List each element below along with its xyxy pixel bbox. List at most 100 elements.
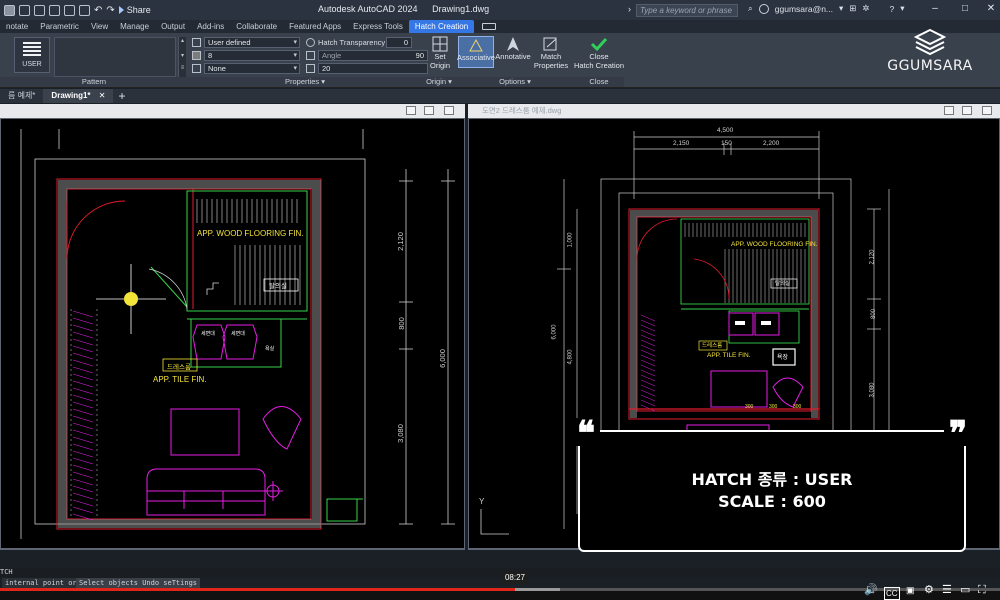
- search-arrow-icon[interactable]: ›: [628, 4, 631, 14]
- ribbon-tab-manage[interactable]: Manage: [114, 20, 155, 33]
- video-progress-bar[interactable]: [0, 588, 1000, 591]
- right-vp-restore-icon[interactable]: [962, 106, 972, 115]
- file-tabs: 름 예제* Drawing1* ✕ +: [0, 89, 1000, 103]
- hatch-creation-ribbon: USER ▴ ▾ ≡ Pattern User defined 8 None H…: [0, 33, 1000, 88]
- user-name[interactable]: ggumsara@n...: [775, 4, 833, 14]
- left-vp-close-icon[interactable]: [444, 106, 454, 115]
- set-origin-button[interactable]: Set Origin: [426, 36, 454, 70]
- transparency-icon: [306, 38, 315, 47]
- minimize-button[interactable]: ‒: [930, 4, 940, 14]
- set-origin-icon: [432, 36, 448, 52]
- logo-text: GGUMSARA: [887, 58, 973, 74]
- hd-icon[interactable]: ▣: [906, 585, 915, 596]
- r-dim-1000: 1,000: [567, 232, 574, 248]
- label-small: 욕실: [265, 346, 275, 352]
- angle-input[interactable]: Angle 90: [318, 50, 428, 61]
- right-vp-minimize-icon[interactable]: [944, 106, 954, 115]
- app-menu-icon[interactable]: [4, 4, 15, 16]
- dim-3080: 3,080: [395, 424, 405, 443]
- ribbon-tab-collaborate[interactable]: Collaborate: [230, 20, 283, 33]
- r-dim-6000: 6,000: [551, 324, 558, 340]
- r-label-room-tag: 탈의실: [775, 281, 791, 287]
- close-window-button[interactable]: ✕: [986, 4, 996, 14]
- search-icon[interactable]: ⌕: [748, 3, 753, 14]
- search-input[interactable]: Type a keyword or phrase: [636, 4, 738, 17]
- new-tab-button[interactable]: +: [113, 89, 130, 103]
- r-label-wood: APP. WOOD FLOORING FIN.: [731, 241, 818, 248]
- left-viewport[interactable]: APP. WOOD FLOORING FIN. 탈의실 드레스룸 APP. TI…: [0, 104, 465, 550]
- print-icon[interactable]: [79, 4, 90, 16]
- transparency-input[interactable]: 0: [386, 37, 412, 48]
- ribbon-tab-output[interactable]: Output: [155, 20, 191, 33]
- crosshair-cursor: [96, 264, 166, 334]
- pattern-gallery[interactable]: [54, 37, 176, 77]
- undo-icon[interactable]: ↶: [94, 5, 102, 16]
- spacing-input[interactable]: 20: [318, 63, 428, 74]
- new-file-icon[interactable]: [19, 4, 30, 16]
- ribbon-tab-notate[interactable]: notate: [0, 20, 34, 33]
- pattern-gallery-scroll[interactable]: ▴ ▾ ≡: [178, 37, 186, 77]
- ribbon-minimize-icon[interactable]: [482, 23, 497, 30]
- ribbon-tab-parametric[interactable]: Parametric: [34, 20, 85, 33]
- redo-icon[interactable]: ↷: [106, 5, 114, 16]
- pattern-user-tile[interactable]: USER: [14, 37, 50, 73]
- miniplayer-icon[interactable]: ▭: [960, 585, 970, 596]
- settings-gear-icon[interactable]: ⚙: [924, 585, 934, 596]
- open-file-icon[interactable]: [34, 4, 45, 16]
- ribbon-tab-featured-apps[interactable]: Featured Apps: [283, 20, 347, 33]
- ribbon-tab-add-ins[interactable]: Add-ins: [191, 20, 230, 33]
- background-color-select[interactable]: None: [204, 63, 300, 74]
- ribbon-tab-view[interactable]: View: [85, 20, 114, 33]
- share-button[interactable]: Share: [118, 5, 151, 15]
- file-tab-example[interactable]: 름 예제*: [0, 89, 43, 103]
- ribbon-tab-express-tools[interactable]: Express Tools: [347, 20, 409, 33]
- right-vp-close-icon[interactable]: [982, 106, 992, 115]
- left-drawing-canvas[interactable]: APP. WOOD FLOORING FIN. 탈의실 드레스룸 APP. TI…: [1, 119, 464, 548]
- annotative-icon: [507, 37, 519, 51]
- command-line[interactable]: [0, 568, 1000, 578]
- chapters-icon[interactable]: ☰: [942, 585, 952, 596]
- r-dim-150: 150: [721, 140, 732, 147]
- associative-button[interactable]: Associative: [457, 36, 495, 68]
- ribbon-tab-hatch-creation[interactable]: Hatch Creation: [408, 20, 475, 33]
- video-player-bar: [0, 591, 1000, 600]
- save-icon[interactable]: [49, 4, 60, 16]
- close-tab-icon[interactable]: ✕: [99, 91, 106, 100]
- close-hatch-creation-button[interactable]: Close Hatch Creation: [574, 36, 624, 70]
- captions-icon[interactable]: CC: [884, 587, 900, 600]
- quick-access-toolbar: ↶ ↷: [0, 0, 115, 20]
- cart-icon[interactable]: ⊞: [849, 3, 856, 14]
- help-dropdown-icon[interactable]: ▾: [900, 3, 904, 14]
- file-tab-drawing1[interactable]: Drawing1* ✕: [43, 89, 114, 103]
- dropdown-icon[interactable]: ▾: [839, 3, 843, 14]
- set-origin-label: Set Origin: [429, 52, 450, 70]
- origin-panel-title[interactable]: Origin ▾: [422, 77, 456, 87]
- fullscreen-icon[interactable]: ⛶: [978, 585, 986, 596]
- hatch-type-row: User defined: [192, 37, 300, 48]
- match-properties-button[interactable]: Match Properties: [532, 36, 570, 70]
- connect-icon[interactable]: ✲: [862, 3, 869, 14]
- hatch-color-select[interactable]: 8: [204, 50, 300, 61]
- r-label-bath: 욕장: [777, 355, 789, 361]
- save-as-icon[interactable]: [64, 4, 75, 16]
- right-viewport-header: 도면2 드레스룸 예제.dwg: [468, 104, 1000, 118]
- help-icon[interactable]: ?: [890, 4, 895, 14]
- volume-icon[interactable]: 🔊: [864, 585, 878, 596]
- left-vp-minimize-icon[interactable]: [406, 106, 416, 115]
- pattern-panel-title[interactable]: Pattern: [0, 77, 188, 87]
- options-panel-title[interactable]: Options ▾: [456, 77, 574, 87]
- user-icon[interactable]: [758, 3, 769, 14]
- share-icon: [118, 6, 124, 14]
- annotative-button[interactable]: Annotative: [495, 36, 531, 61]
- command-options[interactable]: Select objects Undo seTtings: [76, 578, 201, 588]
- ribbon-tabs: notate Parametric View Manage Output Add-ins C…: [0, 20, 1000, 33]
- hatch-type-icon: [192, 38, 201, 47]
- properties-panel-title[interactable]: Properties ▾: [188, 77, 422, 87]
- left-vp-restore-icon[interactable]: [424, 106, 434, 115]
- hatch-type-select[interactable]: User defined: [204, 37, 300, 48]
- color-swatch-icon: [192, 51, 201, 60]
- spacing-icon: [306, 64, 315, 73]
- left-viewport-header: [0, 104, 465, 118]
- maximize-button[interactable]: □: [960, 4, 970, 14]
- associative-icon: [469, 38, 483, 52]
